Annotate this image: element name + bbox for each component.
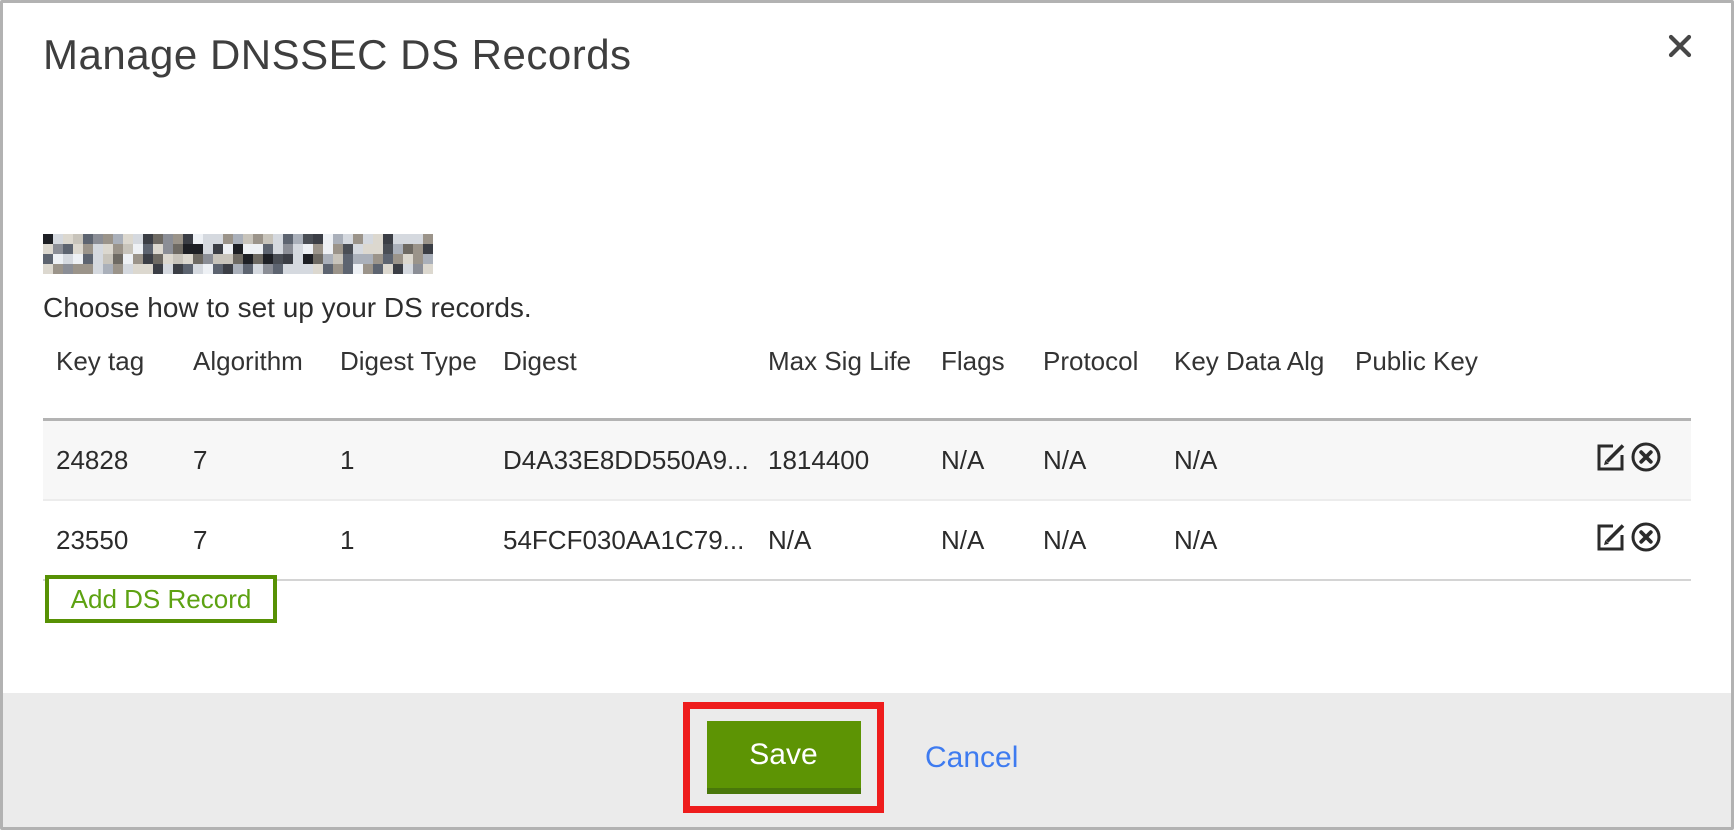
delete-record-icon[interactable]: [1629, 520, 1663, 554]
col-header-public-key: Public Key: [1342, 338, 1581, 420]
cell-digest: D4A33E8DD550A9...: [490, 420, 755, 501]
close-icon[interactable]: [1661, 27, 1699, 65]
cell-actions: [1581, 500, 1691, 580]
cell-public-key: [1342, 500, 1581, 580]
col-header-key-data-alg: Key Data Alg: [1161, 338, 1342, 420]
edit-record-icon[interactable]: [1594, 520, 1628, 554]
instruction-text: Choose how to set up your DS records.: [43, 292, 532, 324]
cell-protocol: N/A: [1030, 420, 1161, 501]
cell-key-tag: 24828: [43, 420, 180, 501]
cell-algorithm: 7: [180, 500, 327, 580]
table-header-row: Key tag Algorithm Digest Type Digest Max…: [43, 338, 1691, 420]
col-header-algorithm: Algorithm: [180, 338, 327, 420]
col-header-flags: Flags: [928, 338, 1030, 420]
cell-algorithm: 7: [180, 420, 327, 501]
ds-records-table: Key tag Algorithm Digest Type Digest Max…: [43, 338, 1691, 581]
edit-record-icon[interactable]: [1594, 440, 1628, 474]
cell-protocol: N/A: [1030, 500, 1161, 580]
col-header-key-tag: Key tag: [43, 338, 180, 420]
cancel-link[interactable]: Cancel: [925, 741, 1018, 775]
cell-flags: N/A: [928, 420, 1030, 501]
table-row: 23550 7 1 54FCF030AA1C79... N/A N/A N/A …: [43, 500, 1691, 580]
redacted-domain-name: [43, 234, 433, 274]
cell-key-data-alg: N/A: [1161, 420, 1342, 501]
delete-record-icon[interactable]: [1629, 440, 1663, 474]
cell-digest-type: 1: [327, 420, 490, 501]
cell-actions: [1581, 420, 1691, 501]
save-button[interactable]: Save: [707, 721, 861, 794]
cell-digest-type: 1: [327, 500, 490, 580]
add-ds-record-button[interactable]: Add DS Record: [45, 575, 277, 623]
cell-max-sig-life: 1814400: [755, 420, 928, 501]
page-title: Manage DNSSEC DS Records: [43, 31, 632, 79]
cell-key-tag: 23550: [43, 500, 180, 580]
cell-max-sig-life: N/A: [755, 500, 928, 580]
col-header-actions: [1581, 338, 1691, 420]
col-header-max-sig-life: Max Sig Life: [755, 338, 928, 420]
col-header-protocol: Protocol: [1030, 338, 1161, 420]
red-highlight-annotation: Save: [683, 702, 884, 813]
modal-footer: Save Cancel: [3, 693, 1731, 827]
cell-digest: 54FCF030AA1C79...: [490, 500, 755, 580]
cell-key-data-alg: N/A: [1161, 500, 1342, 580]
manage-dnssec-modal: Manage DNSSEC DS Records Choose how to s…: [0, 0, 1734, 830]
cell-flags: N/A: [928, 500, 1030, 580]
table-row: 24828 7 1 D4A33E8DD550A9... 1814400 N/A …: [43, 420, 1691, 501]
col-header-digest-type: Digest Type: [327, 338, 490, 420]
col-header-digest: Digest: [490, 338, 755, 420]
cell-public-key: [1342, 420, 1581, 501]
